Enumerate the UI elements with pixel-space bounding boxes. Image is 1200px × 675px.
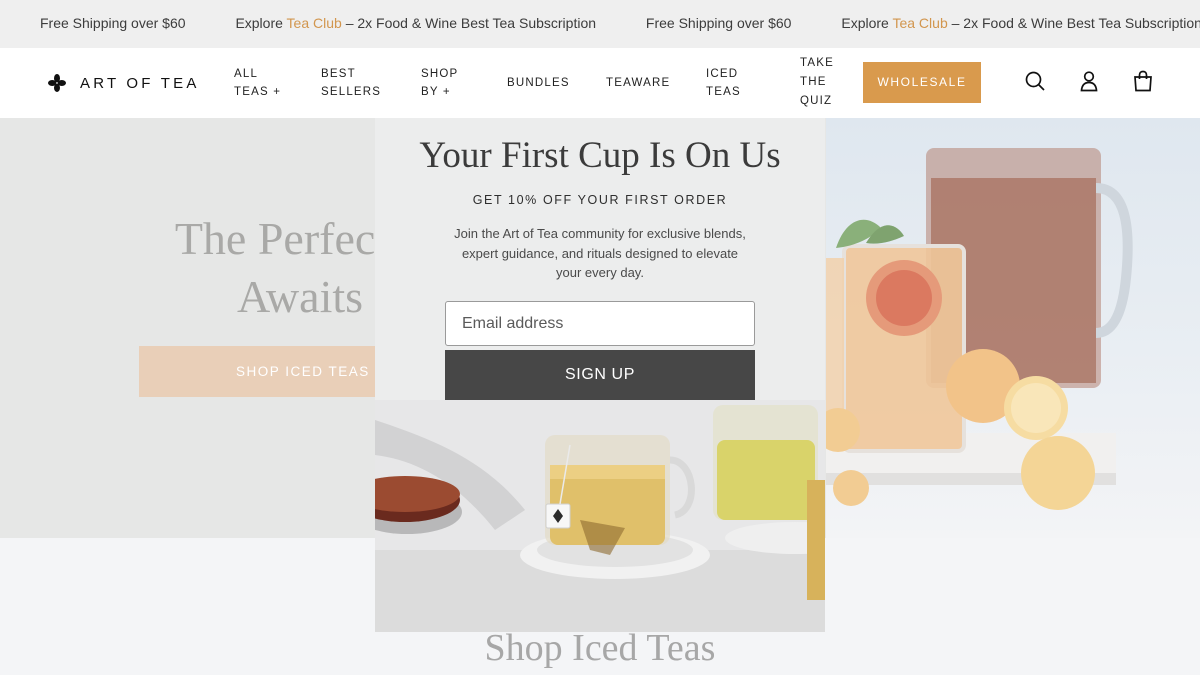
nav-teaware[interactable]: TEAWARE	[606, 74, 670, 92]
announcement-shipping: Free Shipping over $60	[40, 15, 186, 31]
nav-label-line: TAKE	[800, 57, 834, 69]
announcement-track: Free Shipping over $60 Explore Tea Club …	[40, 15, 1200, 31]
logo-mark-icon	[48, 74, 66, 92]
nav-label-line: BEST	[321, 68, 356, 80]
tea-club-link[interactable]: Tea Club	[287, 15, 342, 31]
modal-title: Your First Cup Is On Us	[419, 135, 781, 176]
account-icon[interactable]	[1078, 70, 1100, 92]
nav-bundles[interactable]: BUNDLES	[507, 74, 570, 92]
nav-label-line: QUIZ	[800, 95, 833, 107]
nav-label-line: SELLERS	[321, 86, 382, 98]
nav-best-sellers[interactable]: BEST SELLERS	[321, 65, 381, 101]
section-title: Shop Iced Teas	[484, 627, 716, 669]
nav-label-line: TEAS +	[234, 86, 282, 98]
nav-label-line: SHOP	[421, 68, 459, 80]
nav-label-line: BUNDLES	[507, 77, 570, 89]
announcement-prefix: Explore	[841, 15, 893, 31]
nav-shop-by[interactable]: SHOP BY +	[421, 65, 458, 101]
site-header: ART OF TEA ALL TEAS + BEST SELLERS SHOP …	[0, 48, 1200, 118]
modal-tea-photo	[375, 400, 825, 632]
announcement-shipping: Free Shipping over $60	[645, 15, 792, 31]
wholesale-button[interactable]: WHOLESALE	[863, 62, 981, 103]
search-icon[interactable]	[1024, 70, 1046, 92]
nav-label-line: TEAWARE	[606, 77, 671, 89]
announcement-suffix: – 2x Food & Wine Best Tea Subscription	[341, 15, 597, 31]
announcement-tea-club[interactable]: Explore Tea Club – 2x Food & Wine Best T…	[841, 15, 1200, 31]
nav-all-teas[interactable]: ALL TEAS +	[234, 65, 281, 101]
nav-label-line: ICED	[706, 68, 739, 80]
logo[interactable]: ART OF TEA	[48, 74, 200, 92]
announcement-bar: Free Shipping over $60 Explore Tea Club …	[0, 0, 1200, 48]
announcement-prefix: Explore	[235, 15, 287, 31]
nav-iced-teas[interactable]: ICED TEAS	[706, 65, 741, 101]
logo-text: ART OF TEA	[80, 74, 200, 92]
modal-body-text: Join the Art of Tea community for exclus…	[454, 226, 746, 280]
nav-label-line: BY +	[421, 86, 451, 98]
hero-iced-tea-photo	[826, 118, 1200, 538]
cart-icon[interactable]	[1132, 70, 1154, 92]
nav-label-line: ALL	[234, 68, 259, 80]
nav-take-the-quiz[interactable]: TAKE THE QUIZ	[800, 54, 834, 111]
announcement-suffix: – 2x Food & Wine Best Tea Subscription	[947, 15, 1200, 31]
announcement-tea-club[interactable]: Explore Tea Club – 2x Food & Wine Best T…	[235, 15, 596, 31]
nav-label-line: TEAS	[706, 86, 741, 98]
nav-label-line: THE	[800, 76, 827, 88]
modal-subtitle: GET 10% OFF YOUR FIRST ORDER	[472, 193, 728, 207]
sign-up-button[interactable]: SIGN UP	[445, 350, 755, 400]
tea-club-link[interactable]: Tea Club	[892, 15, 947, 31]
email-field[interactable]	[445, 301, 755, 346]
signup-modal: Your First Cup Is On Us GET 10% OFF YOUR…	[375, 118, 825, 632]
